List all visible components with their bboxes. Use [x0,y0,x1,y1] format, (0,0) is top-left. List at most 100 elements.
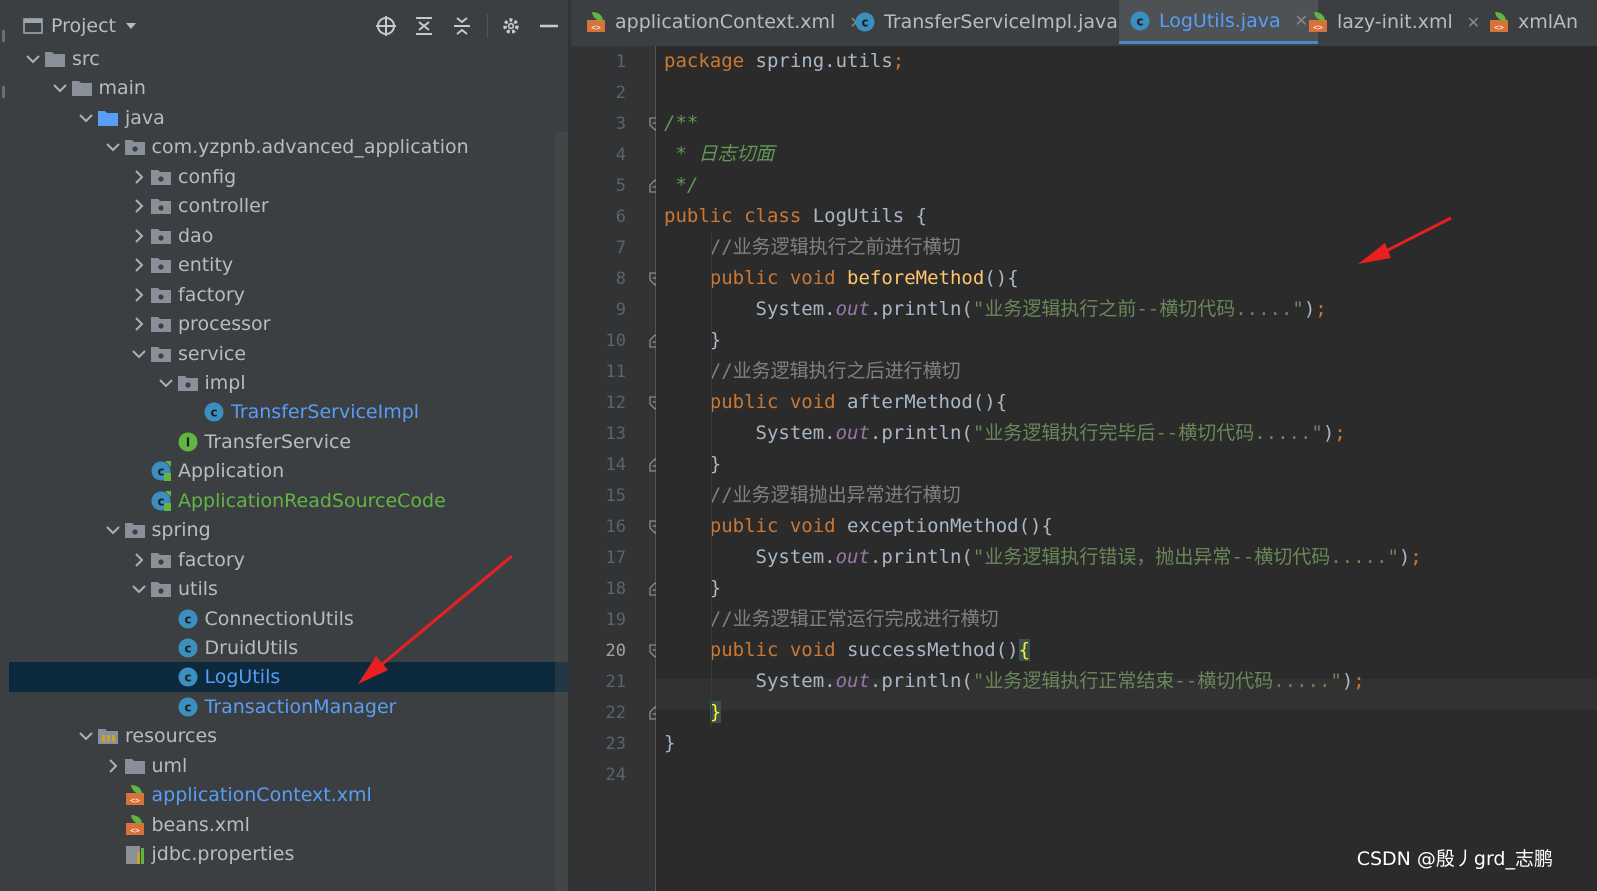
class-icon: c [1130,11,1150,30]
collapse-all-button[interactable] [449,13,475,39]
chevron-down-icon[interactable] [131,581,147,597]
tree-item[interactable]: com.yzpnb.advanced_application [9,132,568,162]
editor-tab[interactable]: c LogUtils.java ✕ [1119,0,1319,44]
code-token: ) [1341,670,1354,692]
chevron-down-icon[interactable] [78,110,94,126]
tree-expander[interactable] [102,755,124,777]
chevron-right-icon[interactable] [131,257,147,273]
tree-item[interactable]: <> applicationContext.xml [9,780,568,810]
chevron-right-icon[interactable] [131,228,147,244]
tree-item[interactable]: controller [9,191,568,221]
tree-item-icon: <> [124,784,146,806]
tree-item[interactable]: factory [9,280,568,310]
chevron-right-icon[interactable] [105,758,121,774]
tree-item[interactable]: dao [9,221,568,251]
tree-item[interactable]: <> beans.xml [9,810,568,840]
tree-item[interactable]: c Application [9,456,568,486]
tree-item[interactable]: config [9,162,568,192]
tree-expander [155,696,177,718]
tree-item-label: impl [204,371,246,394]
tree-item[interactable]: c TransactionManager [9,692,568,722]
tree-expander[interactable] [128,225,150,247]
tree-item[interactable]: resources [9,721,568,751]
hide-panel-button[interactable] [536,13,562,39]
tree-expander[interactable] [128,313,150,335]
tree-item[interactable]: c ApplicationReadSourceCode [9,486,568,516]
tree-expander[interactable] [128,343,150,365]
project-view-selector[interactable]: Project [23,12,138,40]
tree-item[interactable]: entity [9,250,568,280]
tree-expander[interactable] [128,578,150,600]
tree-item[interactable]: c TransferServiceImpl [9,397,568,427]
tree-expander[interactable] [75,725,97,747]
folder-icon [71,81,92,97]
tree-scrollbar[interactable] [555,132,568,891]
chevron-down-icon[interactable] [158,375,174,391]
expand-all-button[interactable] [411,13,437,39]
tree-item-label: TransferService [204,430,352,453]
tree-expander[interactable] [128,549,150,571]
tree-item[interactable]: c LogUtils [9,662,568,693]
tree-item[interactable]: I TransferService [9,427,568,457]
tree-item[interactable]: c ConnectionUtils [9,604,568,634]
tree-item-icon: c [177,696,199,718]
tree-item-label: DruidUtils [204,637,299,659]
code-token: ; [892,50,905,72]
line-number: 17 [605,548,626,568]
tree-item[interactable]: jdbc.properties [9,839,568,869]
tree-expander[interactable] [75,107,97,129]
code-editor[interactable]: package spring.utils; /** * 日志切面 */ public… [656,46,1597,891]
chevron-down-icon[interactable] [105,522,121,538]
tree-item-icon [97,107,119,129]
tree-item[interactable]: src [9,44,568,74]
tree-expander[interactable] [49,77,71,99]
tree-item[interactable]: processor [9,309,568,339]
tree-item[interactable]: impl [9,368,568,398]
settings-button[interactable] [498,13,524,39]
editor-tab[interactable]: <>applicationContext.xml✕ [575,0,873,44]
editor-tab[interactable]: cTransferServiceImpl.java✕ [844,0,1155,44]
code-line: * 日志切面 [664,139,774,170]
code-line: } [664,573,721,604]
tree-item[interactable]: spring [9,515,568,545]
chevron-right-icon[interactable] [131,287,147,303]
chevron-right-icon[interactable] [131,198,147,214]
tree-item[interactable]: factory [9,545,568,575]
collapse-all-icon [454,17,470,35]
svg-text:<>: <> [130,796,140,805]
tree-expander[interactable] [128,284,150,306]
chevron-down-icon[interactable] [131,346,147,362]
tree-item[interactable]: uml [9,751,568,781]
tree-expander [155,608,177,630]
chevron-down-icon[interactable] [105,139,121,155]
tree-item[interactable]: utils [9,574,568,604]
tree-expander[interactable] [22,48,44,70]
strip-marker [2,86,5,98]
editor-tab[interactable]: <> lazy-init.xml ✕ [1297,0,1490,44]
package-icon [124,523,145,539]
code-token: public class [664,205,813,227]
chevron-down-icon[interactable] [52,80,68,96]
tree-expander[interactable] [128,254,150,276]
code-token: out [835,298,870,320]
chevron-down-icon[interactable] [78,728,94,744]
chevron-right-icon[interactable] [131,552,147,568]
tree-expander[interactable] [102,136,124,158]
chevron-right-icon[interactable] [131,316,147,332]
code-token: ) [1303,298,1316,320]
tree-expander[interactable] [102,519,124,541]
chevron-down-icon[interactable] [25,51,41,67]
locate-file-button[interactable] [373,13,399,39]
tree-item[interactable]: c DruidUtils [9,633,568,663]
tree-item[interactable]: java [9,103,568,133]
tree-expander[interactable] [155,372,177,394]
code-line: */ [664,170,698,201]
chevron-right-icon[interactable] [131,169,147,185]
svg-text:I: I [185,435,189,449]
folder-icon [98,729,118,745]
tree-expander[interactable] [128,166,150,188]
editor-tab[interactable]: <> xmlAn [1478,0,1588,44]
tree-item[interactable]: service [9,339,568,369]
tree-item[interactable]: main [9,73,568,103]
tree-expander[interactable] [128,195,150,217]
